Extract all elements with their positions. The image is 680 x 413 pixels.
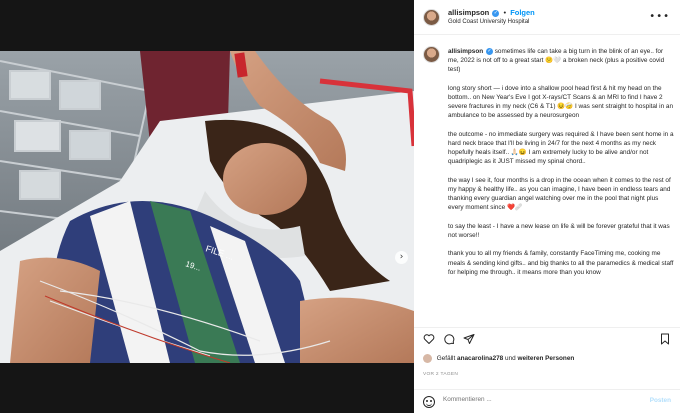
post-image[interactable]: FILE ... 19... ›: [0, 51, 414, 363]
heart-icon[interactable]: [423, 333, 435, 345]
caption-paragraph: thank you to all my friends & family, co…: [448, 250, 674, 276]
send-icon[interactable]: [463, 333, 475, 345]
caption-paragraph: long story short — i dove into a shallow…: [448, 84, 674, 120]
liker-username[interactable]: anacarolina278: [457, 355, 503, 362]
caption-paragraph: the outcome - no immediate surgery was r…: [448, 130, 674, 166]
likes-others-link[interactable]: weiteren Personen: [517, 355, 574, 362]
next-image-button[interactable]: ›: [395, 251, 408, 264]
comment-icon[interactable]: [443, 333, 455, 345]
avatar[interactable]: [423, 46, 440, 63]
verified-icon: ✓: [492, 9, 500, 17]
post-header: allisimpson ✓ • Folgen Gold Coast Univer…: [414, 0, 680, 35]
separator: •: [503, 8, 507, 17]
caption-paragraph: to say the least - I have a new lease on…: [448, 222, 670, 239]
post-photo: FILE ... 19...: [0, 51, 414, 363]
caption-area[interactable]: allisimpson ✓ sometimes life can take a …: [414, 36, 680, 328]
liker-avatar: [423, 354, 432, 363]
caption-username[interactable]: allisimpson: [448, 48, 483, 55]
comment-bar: Posten: [414, 389, 680, 413]
likes-line: Gefällt anacarolina278 und weiteren Pers…: [423, 354, 574, 363]
post-date[interactable]: VOR 2 TAGEN: [423, 372, 458, 377]
avatar[interactable]: [423, 9, 440, 26]
action-bar: [414, 329, 680, 351]
post-side-panel: allisimpson ✓ • Folgen Gold Coast Univer…: [414, 0, 680, 413]
emoji-icon[interactable]: [423, 396, 435, 408]
follow-button[interactable]: Folgen: [510, 8, 535, 17]
verified-icon: ✓: [485, 47, 493, 55]
likes-conjunction: und: [505, 355, 516, 363]
header-user-line: allisimpson ✓ • Folgen: [448, 8, 535, 17]
post-comment-button[interactable]: Posten: [650, 397, 671, 404]
chevron-right-icon: ›: [399, 252, 404, 262]
caption-paragraph: the way I see it, four months is a drop …: [448, 176, 671, 212]
location-link[interactable]: Gold Coast University Hospital: [448, 19, 529, 25]
username-link[interactable]: allisimpson: [448, 8, 489, 17]
more-horizontal-icon[interactable]: •••: [649, 11, 670, 22]
comment-input[interactable]: [443, 396, 623, 403]
likes-prefix: Gefällt: [436, 355, 456, 363]
bookmark-icon[interactable]: [659, 333, 671, 345]
caption-text: allisimpson ✓ sometimes life can take a …: [448, 47, 674, 286]
